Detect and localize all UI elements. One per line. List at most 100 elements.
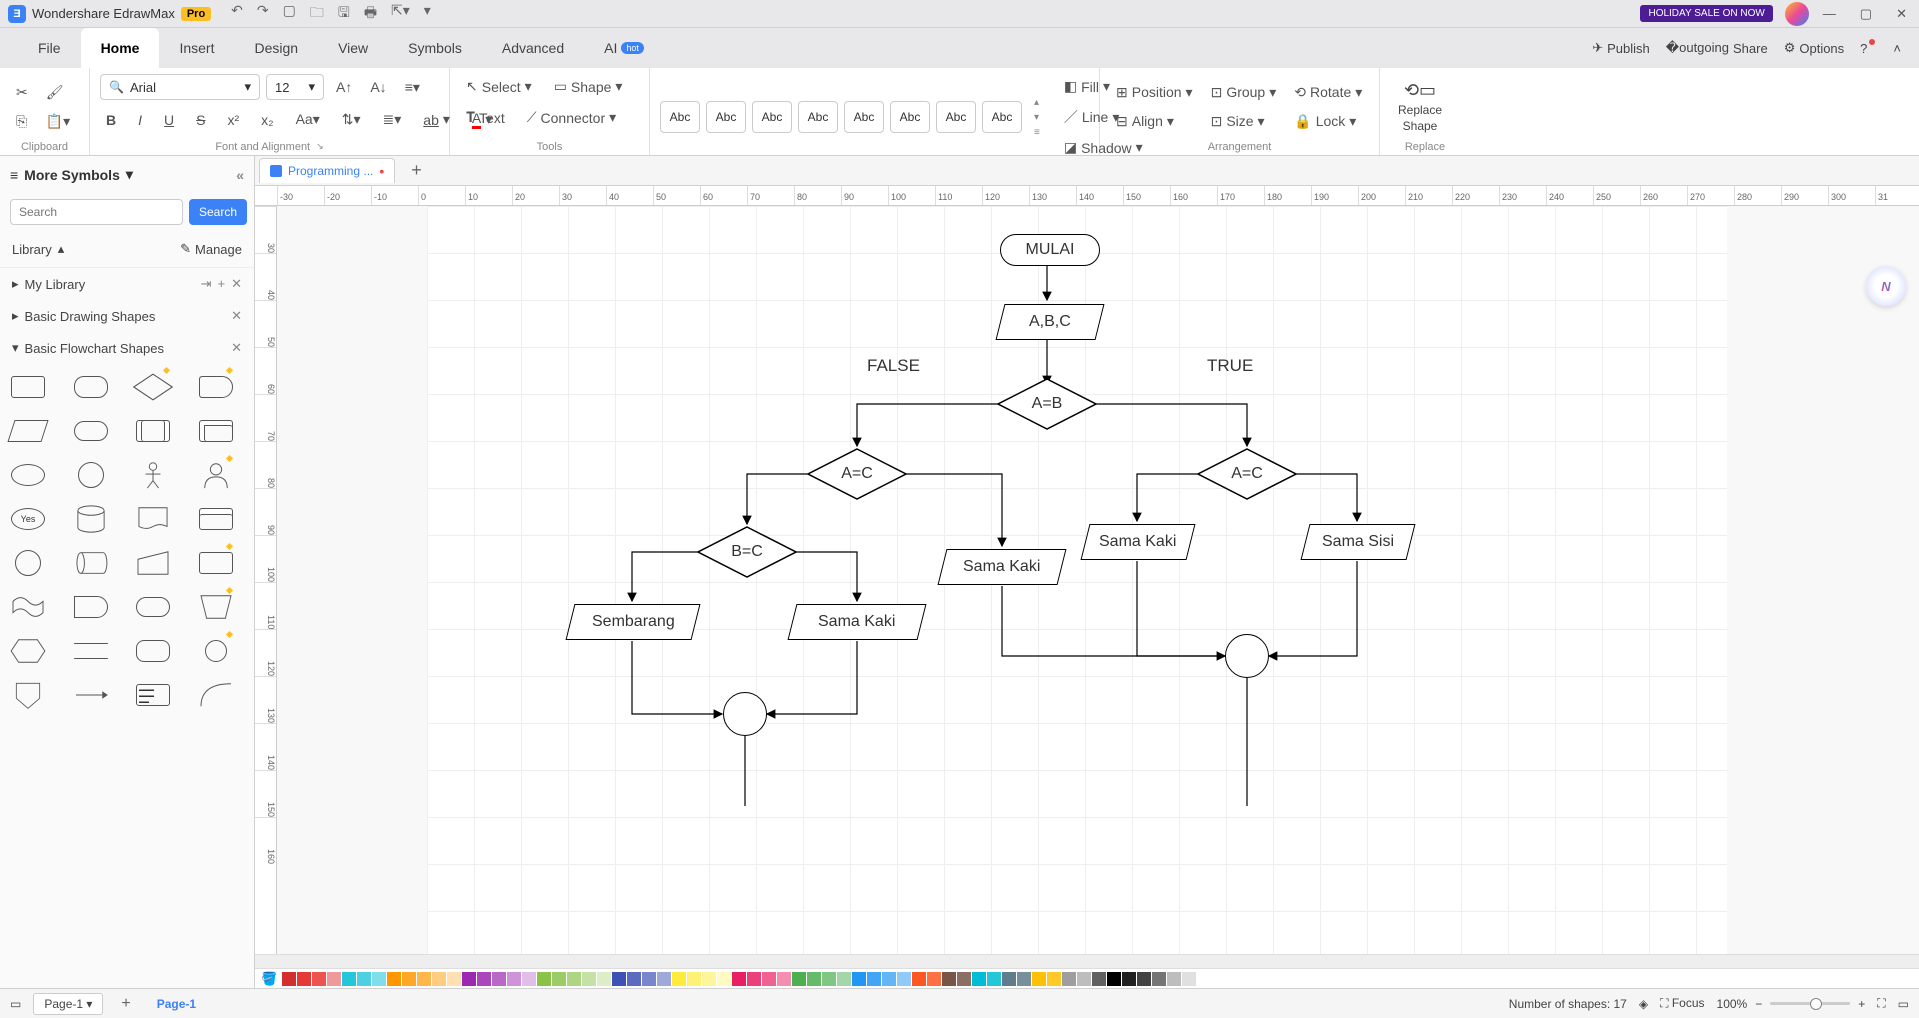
document-tab[interactable]: Programming ... • bbox=[259, 158, 395, 183]
tab-insert[interactable]: Insert bbox=[159, 28, 234, 68]
color-swatch[interactable] bbox=[972, 972, 986, 986]
print-icon[interactable]: 🖶 bbox=[364, 2, 377, 26]
shape-display[interactable] bbox=[131, 592, 175, 622]
color-swatch[interactable] bbox=[867, 972, 881, 986]
style-preset-5[interactable]: Abc bbox=[844, 101, 884, 133]
shape-circle[interactable] bbox=[69, 460, 113, 490]
shape-parallel[interactable] bbox=[69, 636, 113, 666]
subscript-icon[interactable]: x₂ bbox=[255, 108, 279, 132]
color-swatch[interactable] bbox=[312, 972, 326, 986]
add-tab-button[interactable]: + bbox=[405, 160, 428, 181]
shape-offpage[interactable] bbox=[6, 680, 50, 710]
color-swatch[interactable] bbox=[882, 972, 896, 986]
manage-library-button[interactable]: ✎ Manage bbox=[180, 241, 242, 257]
cut-icon[interactable]: ✂ bbox=[10, 80, 34, 105]
shape-delay[interactable] bbox=[69, 592, 113, 622]
color-swatch[interactable] bbox=[507, 972, 521, 986]
library-label[interactable]: Library bbox=[12, 242, 52, 257]
node-samakaki-3[interactable]: Sama Kaki bbox=[1081, 524, 1196, 560]
format-painter-icon[interactable]: 🖌 bbox=[40, 80, 76, 105]
import-lib-icon[interactable]: ⇥ bbox=[201, 276, 212, 292]
shape-arc[interactable] bbox=[194, 680, 238, 710]
shape-onpage[interactable] bbox=[194, 636, 238, 666]
zoom-out-icon[interactable]: − bbox=[1755, 997, 1762, 1011]
color-swatch[interactable] bbox=[717, 972, 731, 986]
holiday-banner[interactable]: HOLIDAY SALE ON NOW bbox=[1640, 5, 1772, 22]
replace-shape-button[interactable]: ⟲▭ Replace Shape bbox=[1390, 76, 1450, 137]
color-swatch[interactable] bbox=[837, 972, 851, 986]
line-spacing-icon[interactable]: ⇅▾ bbox=[336, 107, 367, 132]
superscript-icon[interactable]: x² bbox=[221, 108, 245, 132]
color-swatch[interactable] bbox=[1017, 972, 1031, 986]
qat-more-icon[interactable]: ▾ bbox=[424, 2, 431, 26]
style-preset-4[interactable]: Abc bbox=[798, 101, 838, 133]
fullpage-icon[interactable]: ▭ bbox=[1898, 997, 1909, 1011]
ai-badge[interactable]: N bbox=[1866, 266, 1906, 306]
text-align-icon[interactable]: ≡▾ bbox=[399, 75, 426, 100]
color-swatch[interactable] bbox=[912, 972, 926, 986]
node-beqc[interactable]: B=C bbox=[697, 526, 797, 578]
font-size-select[interactable]: 12▾ bbox=[266, 74, 324, 100]
italic-icon[interactable]: I bbox=[132, 108, 148, 132]
shape-internal[interactable] bbox=[194, 416, 238, 446]
color-swatch[interactable] bbox=[522, 972, 536, 986]
shape-manual-op[interactable] bbox=[194, 592, 238, 622]
color-swatch[interactable] bbox=[927, 972, 941, 986]
color-swatch[interactable] bbox=[552, 972, 566, 986]
save-icon[interactable]: 🖫 bbox=[338, 2, 350, 26]
color-swatch[interactable] bbox=[957, 972, 971, 986]
shape-actor[interactable] bbox=[131, 460, 175, 490]
color-swatch[interactable] bbox=[687, 972, 701, 986]
export-icon[interactable]: ⇱▾ bbox=[391, 2, 410, 26]
color-swatch[interactable] bbox=[1002, 972, 1016, 986]
basic-flowchart-category[interactable]: ▾ Basic Flowchart Shapes✕ bbox=[0, 332, 254, 364]
shape-data[interactable] bbox=[6, 416, 50, 446]
undo-icon[interactable]: ↶ bbox=[231, 2, 243, 26]
color-swatch[interactable] bbox=[477, 972, 491, 986]
node-input[interactable]: A,B,C bbox=[996, 304, 1105, 340]
minimize-icon[interactable]: — bbox=[1819, 6, 1840, 22]
canvas[interactable]: MULAI A,B,C FALSE TRUE A=B A=C bbox=[277, 206, 1919, 954]
color-swatch[interactable] bbox=[897, 972, 911, 986]
color-swatch[interactable] bbox=[492, 972, 506, 986]
shape-ellipse[interactable] bbox=[6, 460, 50, 490]
style-preset-6[interactable]: Abc bbox=[890, 101, 930, 133]
font-launcher-icon[interactable]: ↘ bbox=[316, 141, 324, 153]
color-swatch[interactable] bbox=[447, 972, 461, 986]
shape-rounded[interactable] bbox=[69, 372, 113, 402]
color-swatch[interactable] bbox=[282, 972, 296, 986]
color-swatch[interactable] bbox=[942, 972, 956, 986]
close-cat1-icon[interactable]: ✕ bbox=[231, 308, 242, 324]
color-swatch[interactable] bbox=[1092, 972, 1106, 986]
underline-icon[interactable]: U bbox=[158, 108, 180, 132]
group-button[interactable]: ⊡ Group ▾ bbox=[1205, 80, 1283, 105]
color-swatch[interactable] bbox=[342, 972, 356, 986]
symbol-search-button[interactable]: Search bbox=[189, 199, 247, 225]
shape-decision[interactable] bbox=[131, 372, 175, 402]
style-preset-7[interactable]: Abc bbox=[936, 101, 976, 133]
shape-user[interactable] bbox=[194, 460, 238, 490]
page[interactable]: MULAI A,B,C FALSE TRUE A=B A=C bbox=[427, 206, 1727, 954]
color-swatch[interactable] bbox=[807, 972, 821, 986]
font-family-select[interactable]: 🔍Arial▾ bbox=[100, 74, 260, 100]
color-swatch[interactable] bbox=[732, 972, 746, 986]
open-icon[interactable]: 🗀 bbox=[310, 2, 324, 26]
maximize-icon[interactable]: ▢ bbox=[1856, 6, 1876, 22]
shape-tape[interactable] bbox=[6, 592, 50, 622]
bullets-icon[interactable]: ≣▾ bbox=[377, 107, 408, 132]
align-button[interactable]: ⊟ Align ▾ bbox=[1110, 109, 1199, 134]
shape-yes[interactable]: Yes bbox=[6, 504, 50, 534]
share-button[interactable]: �outgoing Share bbox=[1666, 40, 1768, 56]
tab-advanced[interactable]: Advanced bbox=[482, 28, 584, 68]
shape-terminator[interactable] bbox=[69, 416, 113, 446]
connector-tool[interactable]: ⟋ Connector ▾ bbox=[521, 105, 622, 130]
redo-icon[interactable]: ↷ bbox=[257, 2, 269, 26]
select-tool[interactable]: ↖ Select ▾ bbox=[460, 74, 538, 99]
tab-home[interactable]: Home bbox=[81, 28, 160, 68]
layers-icon[interactable]: ◈ bbox=[1639, 997, 1648, 1011]
color-swatch[interactable] bbox=[747, 972, 761, 986]
focus-button[interactable]: ⛶ Focus bbox=[1660, 996, 1704, 1011]
hamburger-icon[interactable]: ≡ bbox=[10, 167, 18, 183]
node-aeqc-left[interactable]: A=C bbox=[807, 448, 907, 500]
color-swatch[interactable] bbox=[1182, 972, 1196, 986]
